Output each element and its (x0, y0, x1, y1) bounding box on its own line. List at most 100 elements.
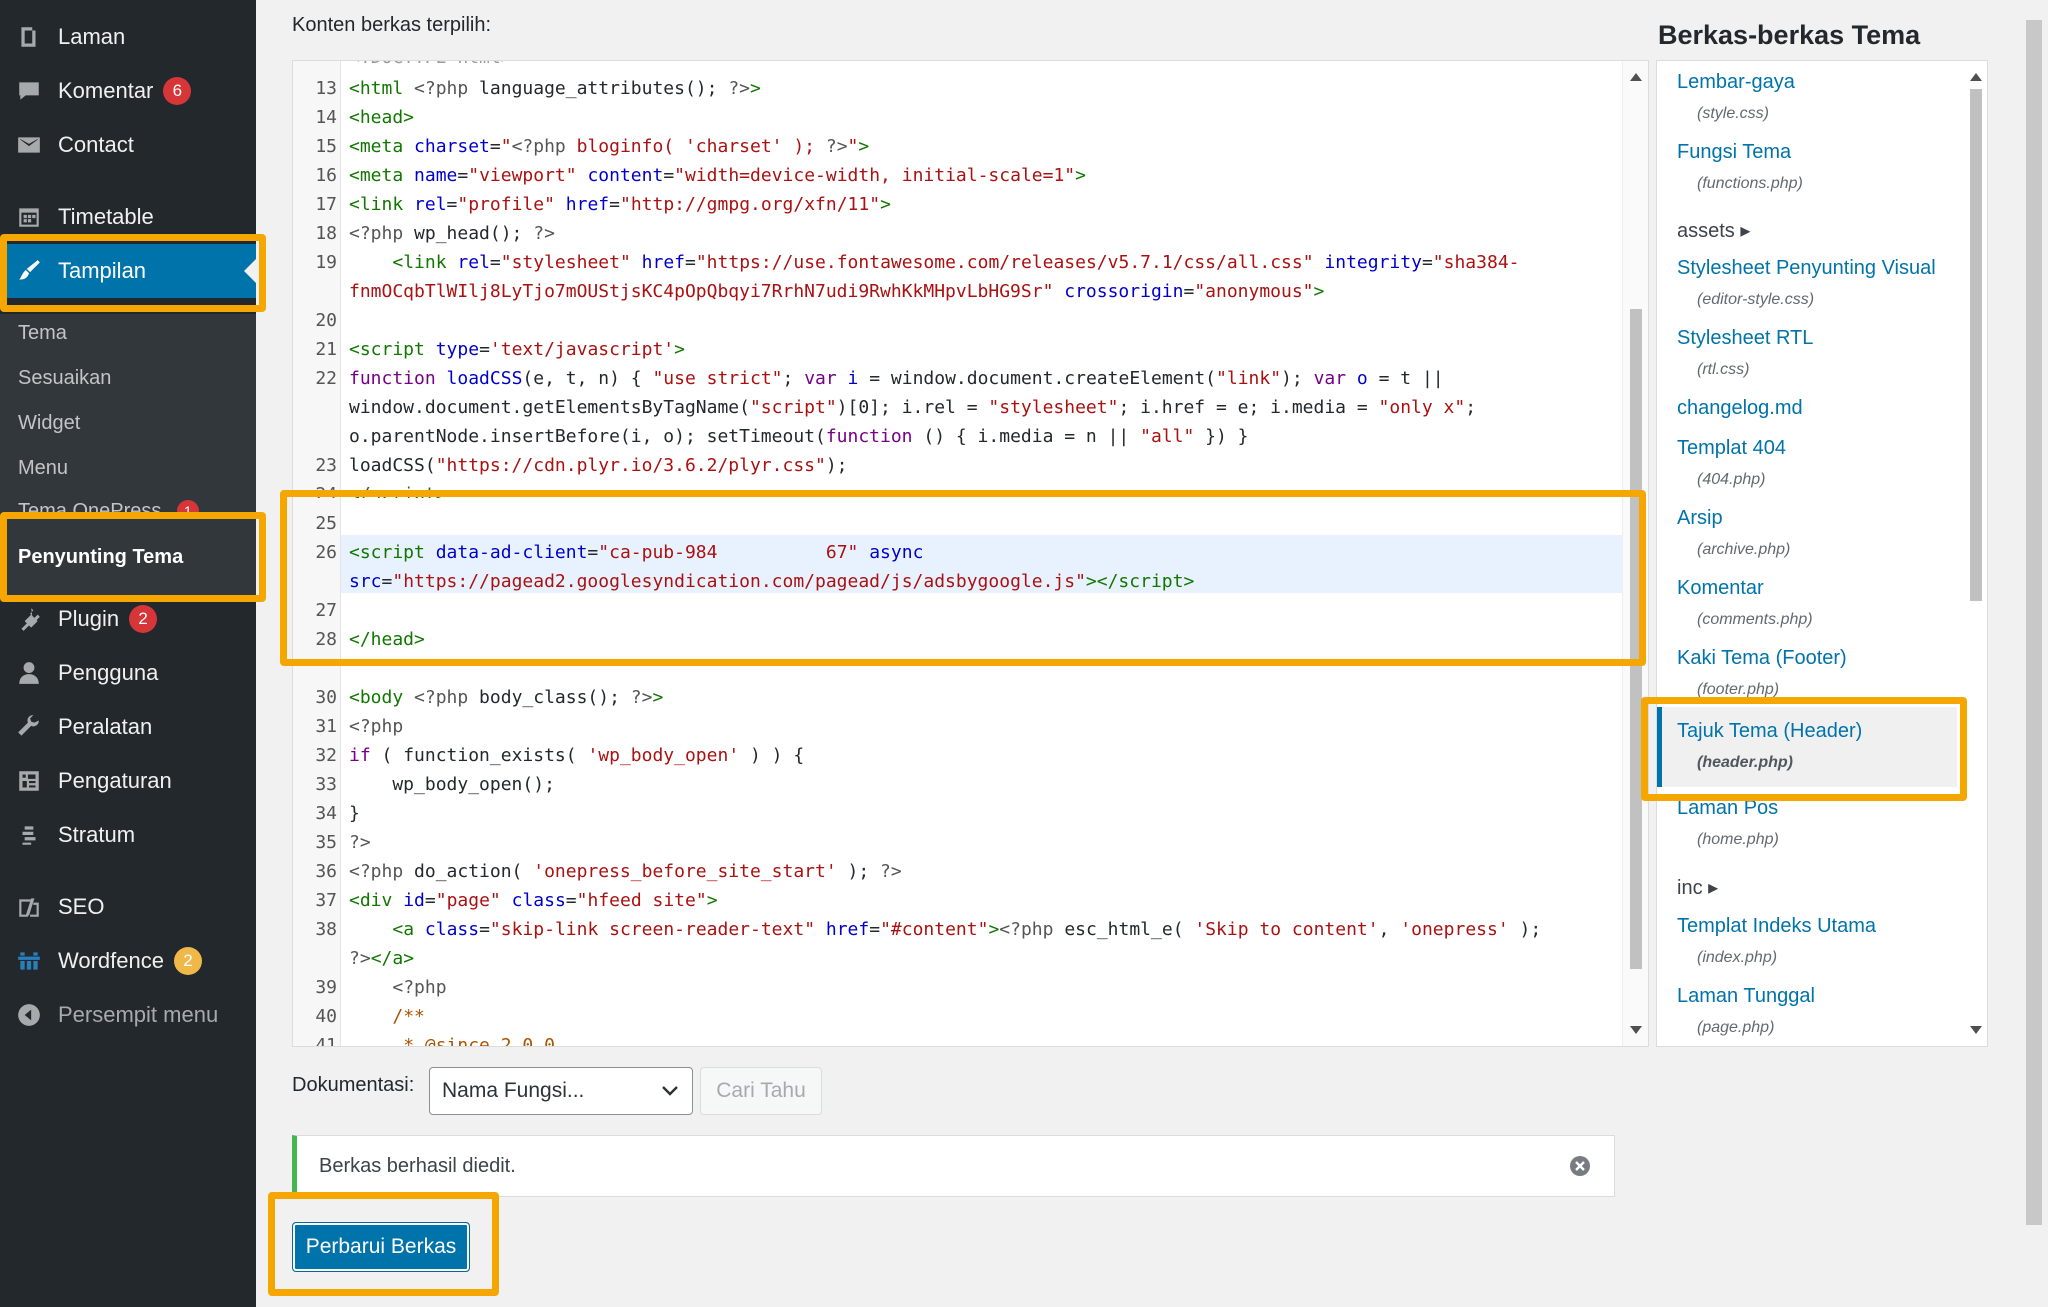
active-indicator-arrow (244, 259, 256, 283)
submenu-item-tema[interactable]: Tema (18, 322, 67, 345)
menu-item-wordfence[interactable]: Wordfence 2 (0, 934, 256, 988)
scroll-up-arrow-icon[interactable] (1630, 73, 1642, 81)
line-number: 38 (315, 919, 337, 940)
submenu-item-penyunting-tema[interactable]: Penyunting Tema (18, 546, 183, 569)
menu-item-stratum[interactable]: Stratum (0, 808, 256, 862)
file-link-home[interactable]: Laman Pos (1677, 797, 1778, 820)
submenu-item-menu[interactable]: Menu (18, 457, 68, 480)
code-line: window.document.getElementsByTagName("sc… (349, 397, 1477, 418)
code-line: <meta charset="<?php bloginfo( 'charset'… (349, 136, 870, 157)
collapse-menu-button[interactable]: Persempit menu (0, 988, 256, 1042)
menu-label: Peralatan (58, 714, 153, 739)
pages-icon (14, 22, 44, 52)
line-number: 26 (315, 542, 337, 563)
documentation-label: Dokumentasi: (292, 1074, 415, 1096)
calendar-icon (14, 202, 44, 232)
code-line: function loadCSS(e, t, n) { "use strict"… (349, 368, 1444, 389)
folder-assets[interactable]: assets ▸ (1677, 218, 1750, 243)
file-link-index[interactable]: Templat Indeks Utama (1677, 915, 1876, 938)
code-line: <?php (392, 977, 447, 998)
menu-label: Stratum (58, 822, 136, 847)
code-line: <body <?php body_class(); ?>> (349, 687, 664, 708)
menu-label: Plugin (58, 606, 120, 631)
scroll-up-arrow-icon[interactable] (1970, 73, 1982, 81)
menu-label: Laman (58, 24, 126, 49)
line-number: 39 (315, 977, 337, 998)
editor-scrollbar[interactable] (1622, 61, 1648, 1046)
code-line: <html <?php language_attributes(); ?>> (349, 78, 761, 99)
line-number: 40 (315, 1006, 337, 1027)
line-number: 20 (315, 310, 337, 331)
folder-inc[interactable]: inc ▸ (1677, 875, 1718, 900)
submenu-label: Tema OnePress (18, 500, 162, 516)
line-number: 41 (315, 1035, 337, 1047)
file-name: (editor-style.css) (1697, 291, 1815, 308)
scroll-down-arrow-icon[interactable] (1970, 1026, 1982, 1034)
file-link-comments[interactable]: Komentar (1677, 577, 1764, 600)
submenu-item-widget[interactable]: Widget (18, 412, 80, 435)
file-link-404[interactable]: Templat 404 (1677, 437, 1786, 460)
submenu-item-sesuaikan[interactable]: Sesuaikan (18, 367, 111, 390)
lookup-button[interactable]: Cari Tahu (700, 1067, 822, 1115)
file-link-footer[interactable]: Kaki Tema (Footer) (1677, 647, 1847, 670)
code-line: <?php (349, 716, 404, 737)
tools-wrench-icon (14, 712, 44, 742)
file-link-style-css[interactable]: Lembar-gaya (1677, 71, 1795, 94)
line-number: 25 (315, 513, 337, 534)
code-line: <?php wp_head(); ?> (349, 223, 555, 244)
notice-text: Berkas berhasil diedit. (319, 1154, 516, 1177)
mail-icon (14, 130, 44, 160)
menu-item-peralatan[interactable]: Peralatan (0, 700, 256, 754)
documentation-function-select[interactable]: Nama Fungsi... (429, 1067, 693, 1115)
file-link-functions[interactable]: Fungsi Tema (1677, 141, 1791, 164)
menu-item-plugin[interactable]: Plugin 2 (0, 592, 256, 646)
menu-label: Pengguna (58, 660, 159, 685)
line-number: 16 (315, 165, 337, 186)
file-link-changelog[interactable]: changelog.md (1677, 397, 1803, 420)
line-number: 37 (315, 890, 337, 911)
menu-item-seo[interactable]: SEO (0, 880, 256, 934)
files-scroll-thumb[interactable] (1970, 89, 1982, 601)
code-line: * @since 2.0.0 (403, 1035, 555, 1047)
scroll-down-arrow-icon[interactable] (1630, 1026, 1642, 1034)
line-number: 23 (315, 455, 337, 476)
menu-item-komentar[interactable]: Komentar 6 (0, 64, 256, 118)
menu-item-pengguna[interactable]: Pengguna (0, 646, 256, 700)
submenu-item-tema-onepress[interactable]: Tema OnePress 1 (18, 500, 199, 516)
comments-icon (14, 76, 44, 106)
line-number: 32 (315, 745, 337, 766)
theme-files-title: Berkas-berkas Tema (1658, 20, 1921, 50)
code-line: loadCSS("https://cdn.plyr.io/3.6.2/plyr.… (349, 455, 848, 476)
file-name: (index.php) (1697, 949, 1778, 966)
menu-label: Pengaturan (58, 768, 172, 793)
code-line: <a class="skip-link screen-reader-text" … (392, 919, 1542, 940)
collapse-arrow-icon (14, 1000, 44, 1030)
code-editor[interactable]: <!DOCTYPE html> 13 <html <?php language_… (292, 60, 1649, 1047)
menu-item-pengaturan[interactable]: Pengaturan (0, 754, 256, 808)
file-link-editor-style[interactable]: Stylesheet Penyunting Visual (1677, 257, 1936, 280)
menu-label: SEO (58, 894, 105, 919)
update-file-button[interactable]: Perbarui Berkas (292, 1222, 470, 1272)
dismiss-notice-icon[interactable] (1568, 1154, 1592, 1178)
menu-item-laman[interactable]: Laman (0, 10, 256, 64)
select-value: Nama Fungsi... (442, 1079, 585, 1102)
editor-scroll-thumb[interactable] (1630, 309, 1642, 969)
menu-item-tampilan[interactable]: Tampilan (0, 244, 256, 298)
files-scrollbar[interactable] (1963, 61, 1987, 1046)
page-scrollbar[interactable] (2026, 20, 2042, 1225)
file-link-page[interactable]: Laman Tunggal (1677, 985, 1815, 1008)
theme-files-list: Lembar-gaya (style.css) Fungsi Tema (fun… (1656, 60, 1988, 1047)
stratum-icon (14, 820, 44, 850)
wordfence-count-badge: 2 (173, 947, 202, 975)
file-link-rtl[interactable]: Stylesheet RTL (1677, 327, 1813, 350)
menu-item-timetable[interactable]: Timetable (0, 190, 256, 244)
line-number: 28 (315, 629, 337, 650)
line-number: 15 (315, 136, 337, 157)
menu-label: Persempit menu (58, 1002, 219, 1027)
menu-item-contact[interactable]: Contact (0, 118, 256, 172)
file-name: (404.php) (1697, 471, 1766, 488)
file-link-archive[interactable]: Arsip (1677, 507, 1723, 530)
selected-file-content-label: Konten berkas terpilih: (292, 14, 492, 36)
line-number: 30 (315, 687, 337, 708)
file-link-header[interactable]: Tajuk Tema (Header) (1677, 720, 1862, 743)
